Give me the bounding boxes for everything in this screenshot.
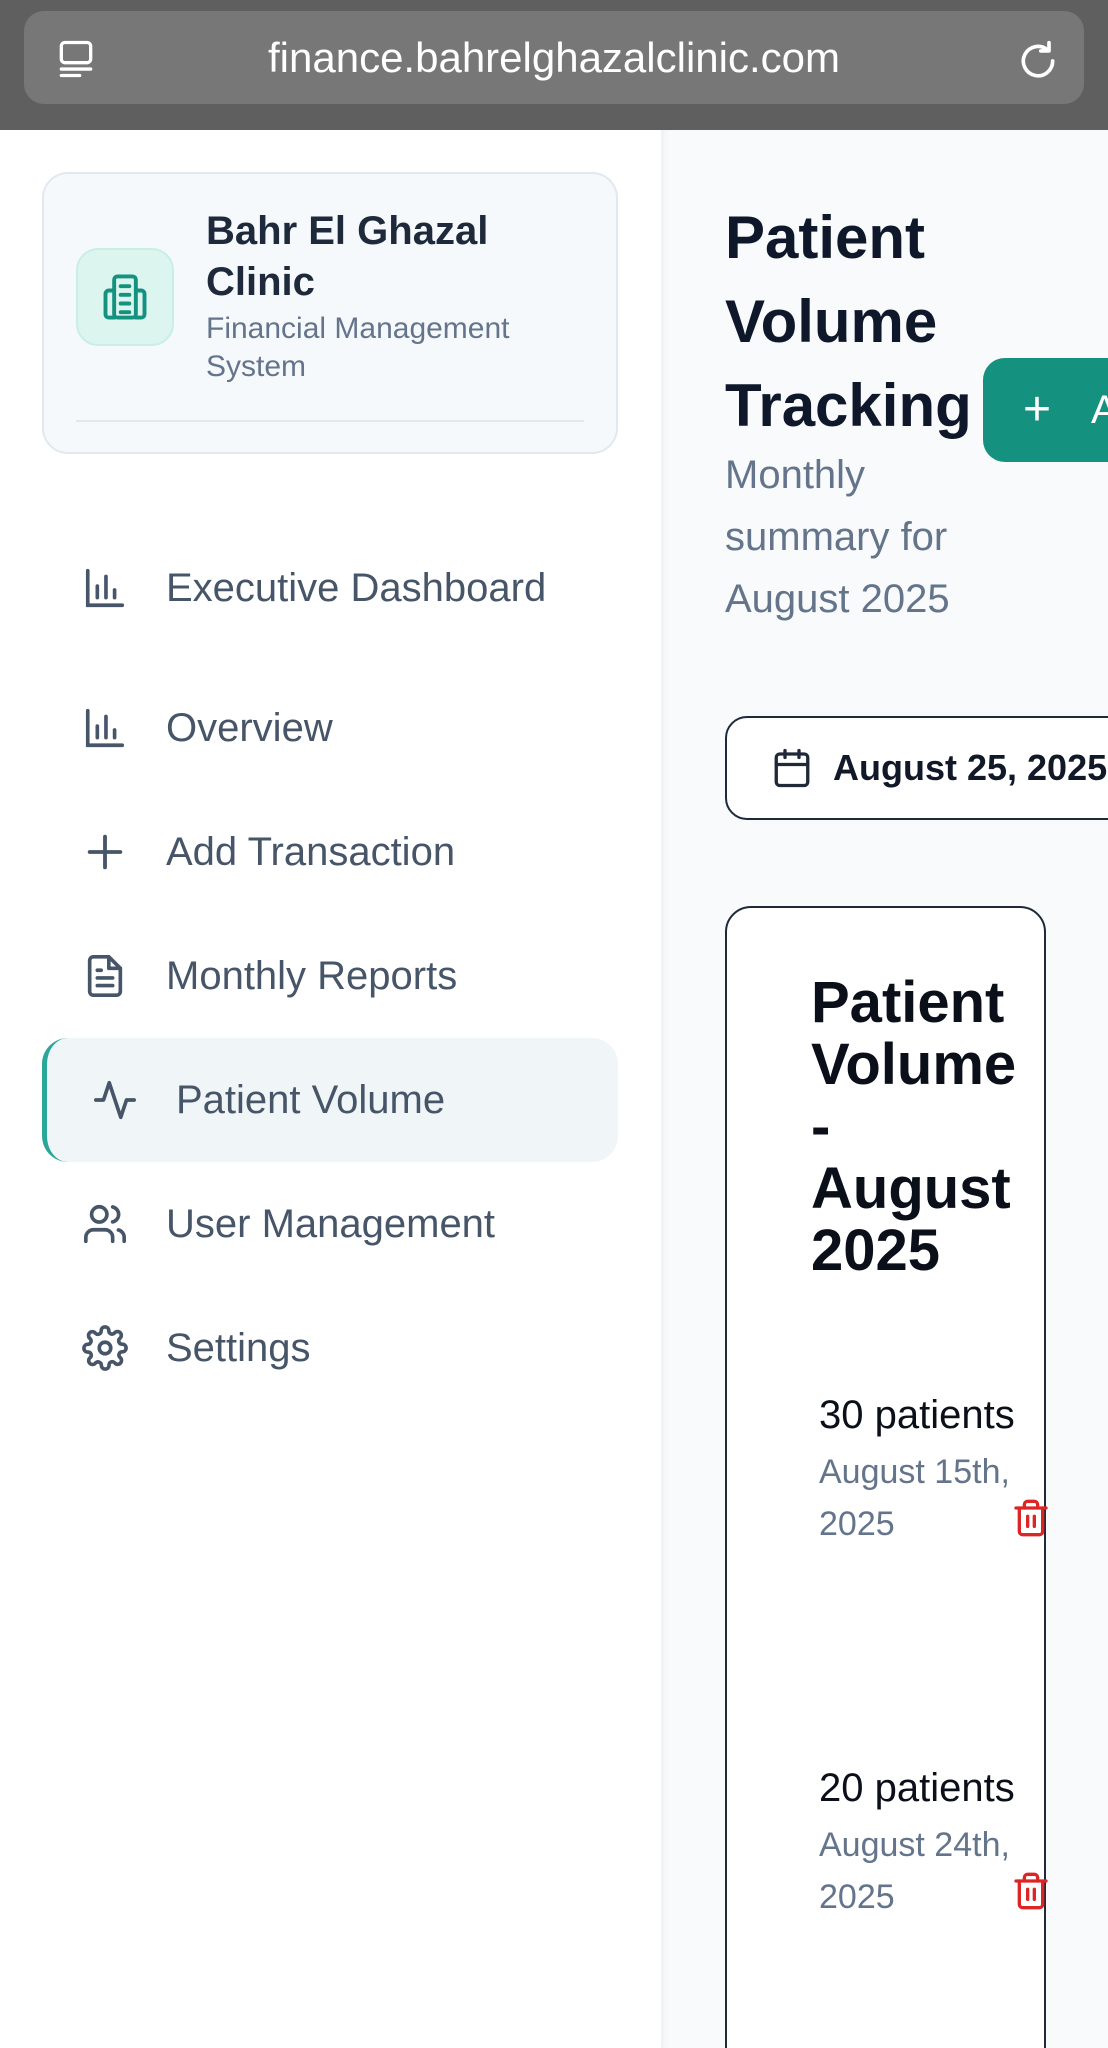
list-item: 30 patients August 15th, 2025	[819, 1384, 1029, 1550]
url-text[interactable]: finance.bahrelghazalclinic.com	[24, 11, 1084, 104]
main-content: Patient Volume Tracking Monthly summary …	[661, 130, 1108, 2048]
sidebar-item-label: Settings	[166, 1326, 311, 1370]
sidebar-item-user-management[interactable]: User Management	[42, 1162, 618, 1286]
activity-icon	[92, 1077, 138, 1123]
sidebar-item-executive-dashboard[interactable]: Executive Dashboard	[42, 510, 618, 666]
gear-icon	[82, 1325, 128, 1371]
sidebar-item-label: Patient Volume	[176, 1078, 446, 1122]
sidebar-item-settings[interactable]: Settings	[42, 1286, 618, 1410]
brand-card: Bahr El Ghazal Clinic Financial Manageme…	[42, 172, 618, 454]
patient-count: 20 patients	[819, 1766, 1015, 1810]
patient-count: 30 patients	[819, 1393, 1015, 1437]
date-picker[interactable]: August 25, 2025	[725, 716, 1108, 820]
sidebar: Bahr El Ghazal Clinic Financial Manageme…	[0, 130, 661, 2048]
users-icon	[82, 1201, 128, 1247]
selected-date: August 25, 2025	[833, 747, 1108, 788]
patient-volume-card: Patient Volume - August 2025 30 patients…	[725, 906, 1048, 2048]
calendar-icon	[774, 748, 810, 788]
sidebar-item-monthly-reports[interactable]: Monthly Reports	[42, 914, 618, 1038]
document-icon	[82, 953, 128, 999]
building-icon	[76, 248, 174, 346]
brand-name: Bahr El Ghazal Clinic	[206, 209, 489, 304]
sidebar-item-label: User Management	[166, 1202, 496, 1246]
bar-chart-icon	[82, 705, 128, 751]
sidebar-item-patient-volume[interactable]: Patient Volume	[42, 1038, 618, 1162]
sidebar-item-overview[interactable]: Overview	[42, 666, 618, 790]
bar-chart-icon	[82, 565, 128, 611]
entry-date: August 24th, 2025	[819, 1826, 1010, 1916]
sidebar-item-label: Overview	[166, 706, 333, 750]
browser-chrome: finance.bahrelghazalclinic.com	[0, 0, 1108, 130]
add-button-label: Add	[1091, 387, 1108, 432]
address-bar[interactable]: finance.bahrelghazalclinic.com	[24, 11, 1084, 104]
plus-icon: +	[1023, 383, 1052, 436]
brand-subtitle: Financial Management System	[206, 312, 510, 383]
card-title: Patient Volume - August 2025	[811, 970, 1017, 1283]
sidebar-nav: Executive Dashboard Overview Add Transac…	[42, 510, 618, 1410]
add-entry-button[interactable]: + Add	[983, 358, 1108, 462]
page-subtitle: Monthly summary for August 2025	[725, 453, 950, 621]
sidebar-item-label: Add Transaction	[166, 830, 456, 874]
trash-icon[interactable]	[1011, 1869, 1051, 1913]
sidebar-item-label: Monthly Reports	[166, 954, 458, 998]
page-title: Patient Volume Tracking	[725, 204, 972, 439]
sidebar-item-label: Executive Dashboard	[166, 566, 547, 610]
brand-divider	[76, 420, 584, 422]
trash-icon[interactable]	[1011, 1496, 1051, 1540]
list-item: 20 patients August 24th, 2025	[819, 1757, 1029, 1923]
sidebar-item-add-transaction[interactable]: Add Transaction	[42, 790, 618, 914]
plus-icon	[82, 829, 128, 875]
reload-icon[interactable]	[1016, 39, 1060, 83]
entry-date: August 15th, 2025	[819, 1453, 1010, 1543]
